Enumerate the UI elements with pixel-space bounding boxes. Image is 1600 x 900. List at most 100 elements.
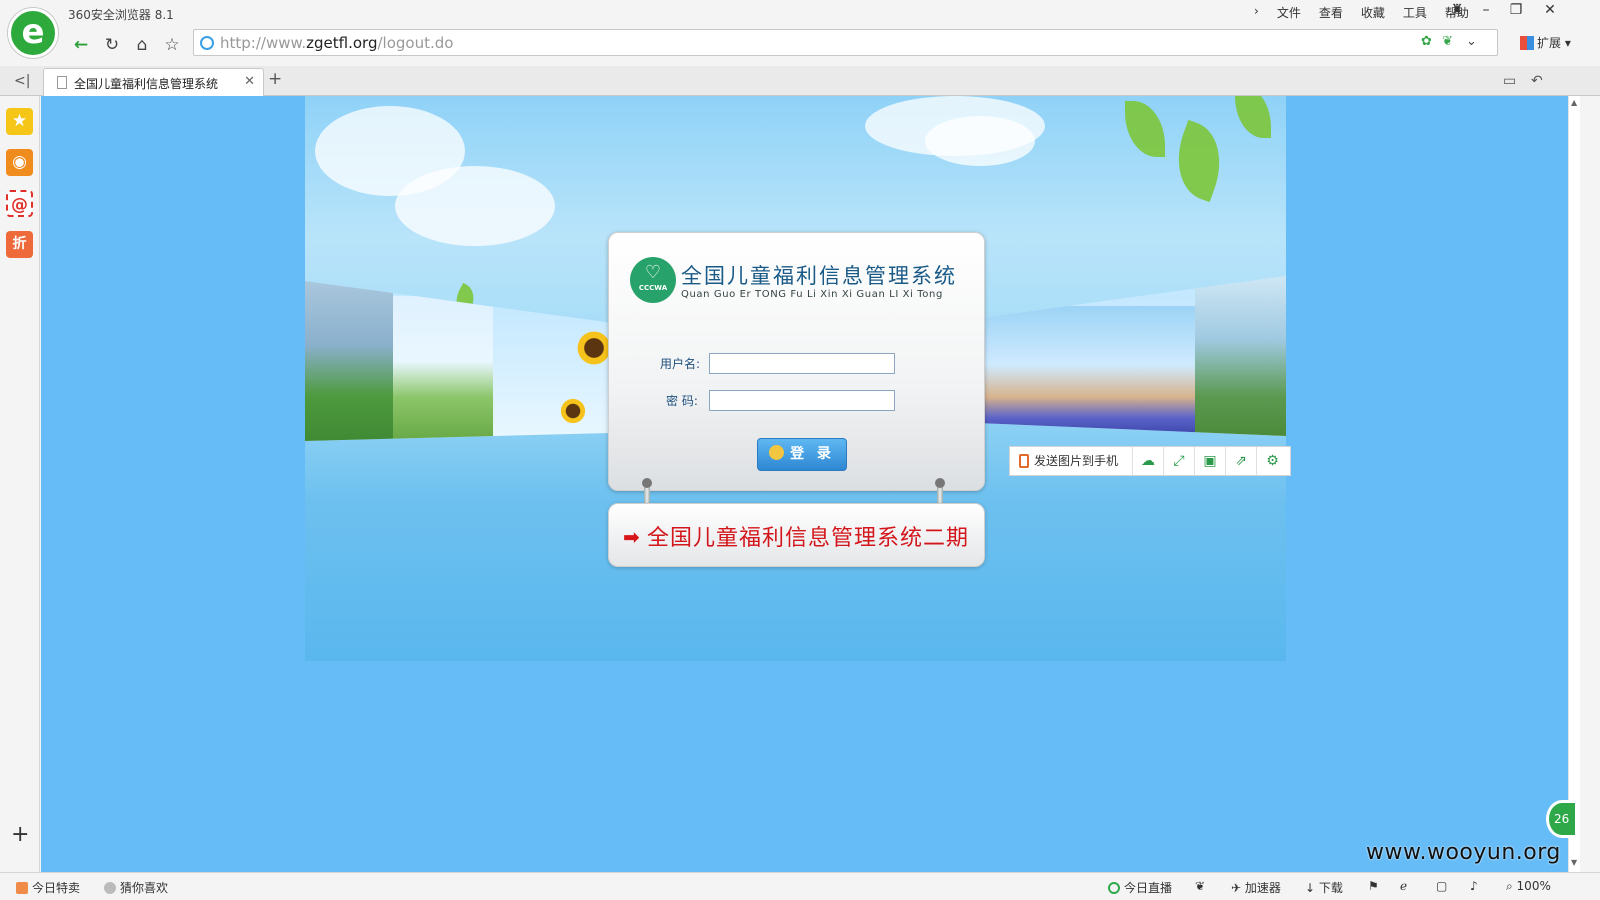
- menu-arrow-icon[interactable]: ›: [1254, 4, 1259, 21]
- password-label: 密 码:: [666, 394, 698, 408]
- watermark-text: www.wooyun.org: [1366, 840, 1561, 865]
- scroll-down-arrow-icon[interactable]: ▼: [1571, 858, 1577, 867]
- weibo-icon[interactable]: ◉: [6, 149, 33, 176]
- undo-close-tab-icon[interactable]: ↶: [1531, 73, 1543, 89]
- image-toolbar: 发送图片到手机 ☁ ⤢ ▣ ⇗ ⚙: [1009, 446, 1291, 476]
- phone-icon: [1019, 454, 1029, 468]
- security-shield-icon[interactable]: ✿: [1421, 34, 1432, 49]
- hanger-dot: [935, 478, 945, 488]
- title-bar: 360安全浏览器 8.1 › 文件 查看 收藏 工具 帮助 ♜ – ❐ ✕: [0, 0, 1600, 25]
- discount-icon[interactable]: 折: [6, 231, 33, 258]
- leaf-decoration: [1125, 101, 1165, 157]
- menu-bar: › 文件 查看 收藏 工具 帮助: [1254, 4, 1469, 21]
- url-text[interactable]: http://www.zgetfl.org/logout.do: [220, 34, 453, 52]
- ie-mode-icon[interactable]: ℯ: [1400, 879, 1407, 893]
- bag-icon: [16, 882, 28, 894]
- login-button[interactable]: 登 录: [757, 438, 847, 471]
- menu-tools[interactable]: 工具: [1403, 4, 1427, 21]
- login-panel: ♡ CCCWA 全国儿童福利信息管理系统 Quan Guo Er TONG Fu…: [608, 232, 985, 491]
- fullscreen-icon[interactable]: ⤢: [1164, 447, 1195, 475]
- minimize-icon[interactable]: –: [1472, 0, 1500, 22]
- leaf-decoration: [1164, 119, 1234, 203]
- globe-icon: [200, 36, 214, 50]
- flag-icon[interactable]: ⚑: [1368, 879, 1379, 893]
- password-input[interactable]: [709, 390, 895, 411]
- chevron-down-icon[interactable]: ⌄: [1466, 34, 1477, 49]
- menu-favorites[interactable]: 收藏: [1361, 4, 1385, 21]
- username-input[interactable]: [709, 353, 895, 374]
- new-tab-plus-icon[interactable]: +: [268, 69, 282, 89]
- photo-strip-right: [983, 276, 1286, 436]
- leaf-decoration: [1235, 96, 1271, 138]
- left-sidebar: ★ ◉ @ 折 +: [0, 96, 40, 872]
- sunflower-decoration: [559, 397, 587, 425]
- tab-close-icon[interactable]: ✕: [244, 74, 255, 89]
- cloud-save-icon[interactable]: ☁: [1133, 447, 1164, 475]
- vertical-scrollbar[interactable]: ▲ ▼: [1568, 96, 1580, 872]
- red-arrow-icon: ➡: [623, 525, 640, 549]
- volume-icon[interactable]: ♪: [1470, 879, 1478, 893]
- play-icon: [1108, 882, 1120, 894]
- settings-gear-icon[interactable]: ⚙: [1257, 447, 1288, 475]
- extensions-grid-icon: [1520, 36, 1534, 50]
- share-icon[interactable]: ⇗: [1226, 447, 1257, 475]
- restore-icon[interactable]: ❐: [1502, 0, 1530, 22]
- app-title: 360安全浏览器 8.1: [68, 8, 174, 22]
- address-bar[interactable]: http://www.zgetfl.org/logout.do ✿ ❦ ⌄: [193, 29, 1498, 56]
- favorites-star-icon[interactable]: ★: [6, 108, 33, 135]
- tab-list-icon[interactable]: ▭: [1503, 73, 1516, 89]
- leaf-status-icon[interactable]: ❦: [1195, 879, 1205, 893]
- scroll-up-arrow-icon[interactable]: ▲: [1571, 98, 1577, 107]
- cloud-decoration: [925, 116, 1035, 166]
- extensions-button[interactable]: 扩展 ▾: [1520, 34, 1571, 51]
- hero-banner: ♡ CCCWA 全国儿童福利信息管理系统 Quan Guo Er TONG Fu…: [305, 96, 1286, 661]
- rocket-icon: ✈: [1231, 881, 1245, 895]
- kids-smiling-photo: [983, 306, 1195, 436]
- status-bar: 今日特卖 猜你喜欢 今日直播 ❦ ✈ 加速器 ↓ 下载 ⚑ ℯ ▢ ♪ ⌕ 10…: [0, 872, 1600, 900]
- system-subtitle: Quan Guo Er TONG Fu Li Xin Xi Guan LI Xi…: [681, 289, 943, 300]
- heart-icon: ♡: [644, 262, 662, 283]
- close-window-icon[interactable]: ✕: [1536, 0, 1564, 22]
- username-label: 用户名:: [660, 357, 701, 371]
- window-icon[interactable]: ▢: [1436, 879, 1447, 893]
- tab-active[interactable]: 全国儿童福利信息管理系统 ✕: [43, 68, 264, 97]
- guess-you-like-link[interactable]: 猜你喜欢: [104, 879, 168, 896]
- live-today-link[interactable]: 今日直播: [1108, 879, 1172, 896]
- download-link[interactable]: ↓ 下载: [1305, 879, 1343, 896]
- back-arrow-icon[interactable]: ←: [68, 32, 94, 58]
- tab-title: 全国儿童福利信息管理系统: [74, 77, 219, 91]
- add-sidebar-item-icon[interactable]: +: [11, 822, 29, 847]
- save-disk-icon[interactable]: ▣: [1195, 447, 1226, 475]
- photo-strip-left: [305, 281, 610, 441]
- zoom-level[interactable]: ⌕ 100%: [1506, 879, 1551, 894]
- system-title: 全国儿童福利信息管理系统: [681, 264, 957, 288]
- home-icon[interactable]: ⌂: [129, 32, 155, 58]
- boy-running-photo: [305, 281, 393, 441]
- collapse-sidebar-icon[interactable]: <|: [14, 73, 30, 89]
- phase2-link[interactable]: ➡ 全国儿童福利信息管理系统二期: [608, 503, 985, 567]
- menu-file[interactable]: 文件: [1277, 4, 1301, 21]
- shirt-skin-icon[interactable]: ♜: [1443, 0, 1471, 22]
- cccwa-logo: ♡ CCCWA: [630, 257, 676, 303]
- today-sale-link[interactable]: 今日特卖: [16, 879, 80, 896]
- user-icon: [769, 445, 785, 460]
- hanger-dot: [642, 478, 652, 488]
- magnifier-icon: ⌕: [1506, 879, 1517, 893]
- download-arrow-icon: ↓: [1305, 881, 1319, 895]
- refresh-icon[interactable]: ↻: [99, 32, 125, 58]
- page-viewport: ♡ CCCWA 全国儿童福利信息管理系统 Quan Guo Er TONG Fu…: [41, 96, 1568, 872]
- accelerator-link[interactable]: ✈ 加速器: [1231, 879, 1281, 896]
- mail-at-icon[interactable]: @: [6, 190, 33, 217]
- menu-view[interactable]: 查看: [1319, 4, 1343, 21]
- browser-logo-icon[interactable]: e: [8, 8, 58, 58]
- dot-icon: [104, 882, 116, 894]
- star-bookmark-icon[interactable]: ☆: [159, 32, 185, 58]
- tab-bar: <| 全国儿童福利信息管理系统 ✕ + ▭ ↶: [0, 66, 1600, 97]
- children-photo: [393, 296, 493, 441]
- cloud-decoration: [395, 166, 555, 246]
- phase2-label: 全国儿童福利信息管理系统二期: [647, 526, 970, 551]
- speed-leaf-icon[interactable]: ❦: [1442, 34, 1453, 49]
- send-image-to-phone-button[interactable]: 发送图片到手机: [1010, 447, 1133, 475]
- butterfly-photo: [1195, 276, 1286, 436]
- floating-accelerator-ball[interactable]: 26: [1546, 800, 1578, 838]
